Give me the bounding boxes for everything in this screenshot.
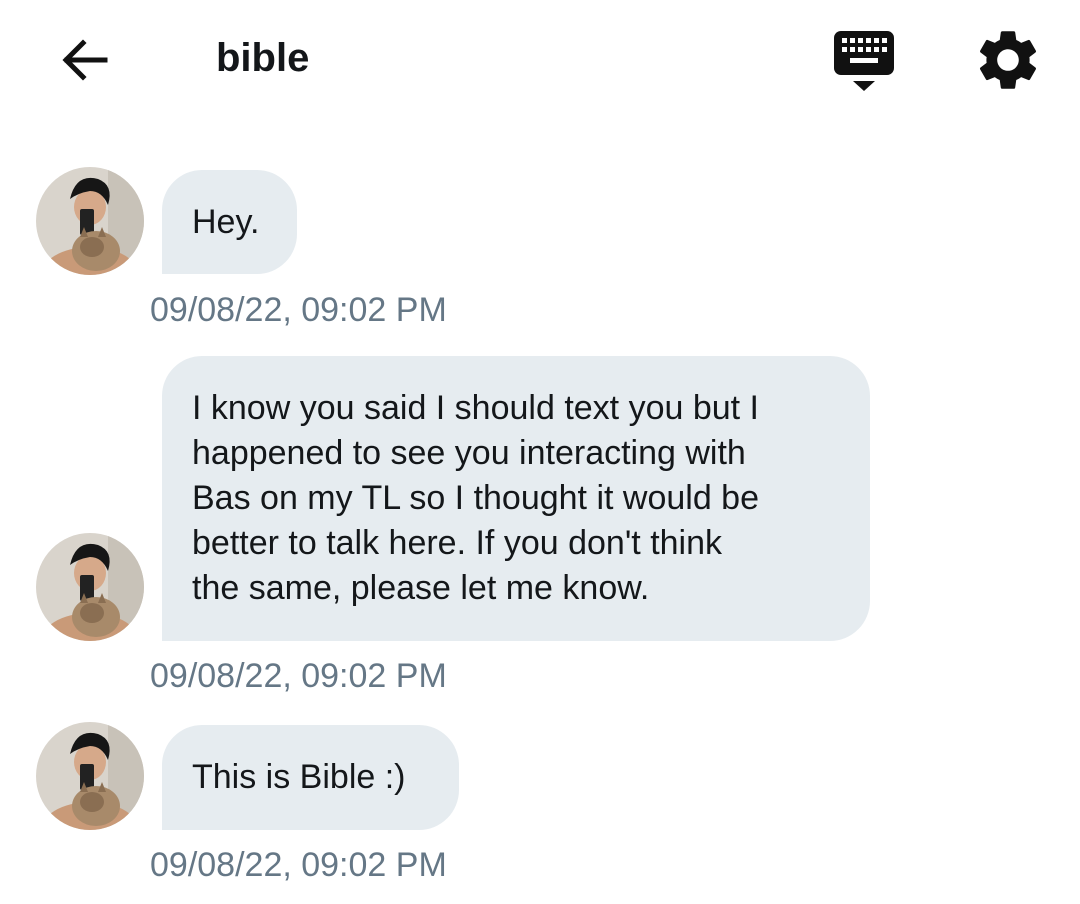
- message-bubble[interactable]: This is Bible :): [162, 725, 459, 830]
- message-text-line: happened to see you interacting with: [192, 434, 746, 472]
- keyboard-toggle-button[interactable]: [828, 26, 900, 96]
- message-timestamp: 09/08/22, 09:02 PM: [150, 291, 447, 329]
- avatar-photo: [36, 722, 144, 830]
- gear-icon: [979, 31, 1037, 89]
- avatar-photo: [36, 167, 144, 275]
- message-timestamp: 09/08/22, 09:02 PM: [150, 657, 447, 695]
- avatar[interactable]: [36, 167, 144, 275]
- conversation-title: bible: [216, 36, 310, 80]
- message-text-line: the same, please let me know.: [192, 569, 650, 607]
- message-text: This is Bible :): [192, 758, 406, 796]
- avatar[interactable]: [36, 533, 144, 641]
- message-timestamp: 09/08/22, 09:02 PM: [150, 846, 447, 884]
- settings-button[interactable]: [972, 24, 1044, 96]
- arrow-left-icon: [62, 39, 108, 81]
- avatar[interactable]: [36, 722, 144, 830]
- message-text: Hey.: [192, 203, 260, 241]
- message-text-line: Bas on my TL so I thought it would be: [192, 479, 759, 517]
- keyboard-hide-icon: [834, 31, 894, 91]
- message-bubble[interactable]: I know you said I should text you but I …: [162, 356, 870, 641]
- back-button[interactable]: [52, 28, 116, 92]
- message-bubble[interactable]: Hey.: [162, 170, 297, 274]
- message-text-line: better to talk here. If you don't think: [192, 524, 723, 562]
- top-bar: bible: [0, 0, 1080, 118]
- message-text-line: I know you said I should text you but I: [192, 389, 759, 427]
- avatar-photo: [36, 533, 144, 641]
